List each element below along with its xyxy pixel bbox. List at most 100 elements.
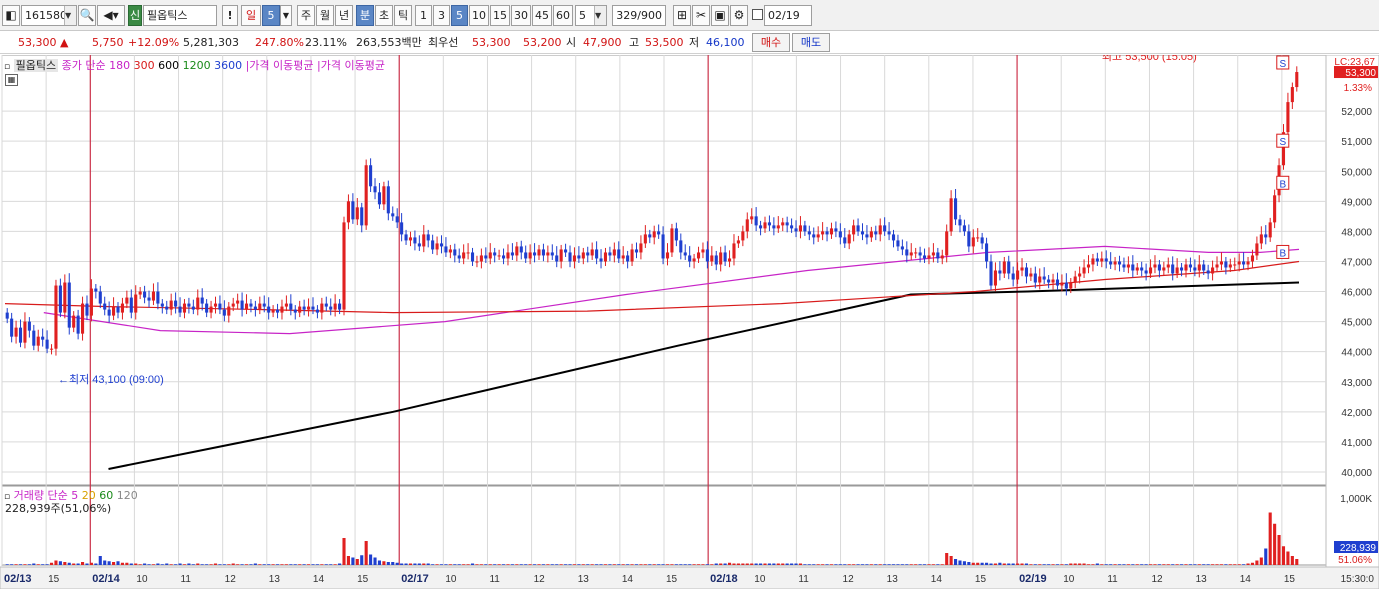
candle-body [1038,276,1042,283]
volume-bar [1064,564,1068,565]
grid-toggle-icon[interactable]: ▦ [5,74,18,86]
price-volume-chart[interactable]: 40,000 41,000 42,000 43,000 44,000 45,000 46,0… [0,55,1379,589]
date-checkbox[interactable] [750,5,764,26]
candle-body [342,222,346,310]
y-tick-label: 46,000 [1341,288,1372,299]
chart-area[interactable]: 40,000 41,000 42,000 43,000 44,000 45,000 46,0… [0,55,1379,589]
candle-body [1126,264,1130,268]
candle-body [479,255,483,262]
candle-body [652,231,656,238]
volume-bar [1180,564,1184,565]
candle-body [72,315,76,328]
volume-bar [1055,564,1060,565]
volume-bar [258,564,262,565]
sell-button[interactable]: 매도 [792,33,830,52]
interval-3[interactable]: 3 [433,5,450,26]
period-year-button[interactable]: 년 [335,5,353,26]
save-icon[interactable]: ▣ [711,5,729,26]
candle-body [1250,255,1255,262]
volume-bar [927,564,931,565]
range-field[interactable]: 329/900 [612,5,666,26]
period-second-button[interactable]: 초 [375,5,393,26]
x-tick-label: 14 [622,574,634,585]
candle-body [98,291,102,304]
interval-5[interactable]: 5 [451,5,468,26]
volume-bar [807,564,811,565]
candle-body [484,255,488,259]
volume-bar [1295,559,1299,565]
candle-body [262,303,266,307]
sound-icon[interactable]: ◀▾ [97,5,125,26]
stock-code-input[interactable]: 161580 ▼ [21,5,77,26]
interval-1[interactable]: 1 [415,5,432,26]
current-price: 53,300 ▲ [18,36,69,49]
volume-bar [1193,564,1197,565]
volume-bar [1264,548,1268,565]
volume-bar [125,562,129,565]
period-day-button[interactable]: 일 [241,5,261,26]
scissors-icon[interactable]: ✂ [692,5,710,26]
volume-bar [1095,563,1099,565]
legend-ma-1200: 1200 [182,59,211,72]
interval-10[interactable]: 10 [469,5,489,26]
candle-body [395,216,399,223]
count-select[interactable]: 5 ▼ [575,5,607,26]
search-icon[interactable]: 🔍 [78,5,96,26]
candle-body [302,306,306,310]
candle-body [537,249,541,256]
candle-body [794,228,798,232]
candle-body [444,246,448,253]
chevron-down-icon[interactable]: ▼ [594,6,606,25]
candle-body [227,306,231,316]
candle-body [329,306,333,310]
candle-body [249,303,253,307]
date-field[interactable]: 02/19 [764,5,812,26]
candle-body [209,306,213,313]
candle-body [284,303,288,307]
candle-body [205,303,209,313]
panel-icon[interactable]: ◧ [2,5,20,26]
gear-icon[interactable]: ⚙ [730,5,748,26]
volume-bar [320,564,324,565]
volume-bar [865,564,869,565]
alert-button[interactable]: ! [222,5,238,26]
volume-bar [466,564,470,565]
period-minute-button[interactable]: 분 [356,5,374,26]
volume-bar [32,563,36,565]
candle-body [1011,273,1015,280]
volume-bar [457,564,461,565]
volume-bar [1188,564,1192,565]
volume-bar [971,562,975,565]
candle-body [462,252,466,259]
interval-60[interactable]: 60 [553,5,573,26]
interval-30[interactable]: 30 [511,5,531,26]
candle-body [488,252,492,259]
volume-bar [980,562,984,565]
candle-body [1242,261,1246,265]
volume-bar [1042,564,1046,565]
volume-bar [1237,564,1241,565]
candle-body [1109,261,1113,265]
period-week-button[interactable]: 주 [297,5,315,26]
interval-15[interactable]: 15 [490,5,510,26]
period-month-button[interactable]: 월 [316,5,334,26]
volume-bar [41,564,45,565]
volume-bar [493,564,497,565]
crosshair-icon[interactable]: ⊞ [673,5,691,26]
volume-bar [1038,564,1042,565]
candle-body [191,306,195,310]
candle-body [1268,222,1272,238]
period-num[interactable]: 5 [262,5,280,26]
period-tick-button[interactable]: 틱 [394,5,412,26]
volume-bar [962,561,966,565]
buy-button[interactable]: 매수 [752,33,790,52]
candle-body [595,249,599,259]
stock-name-field[interactable]: 필옵틱스 [143,5,217,26]
volume-bar [1051,564,1055,565]
interval-45[interactable]: 45 [532,5,552,26]
volume-bar [634,564,639,565]
chevron-down-icon[interactable]: ▼ [280,5,292,26]
chevron-down-icon[interactable]: ▼ [64,6,76,25]
x-tick-label: 14 [313,574,325,585]
volume-axis-label: 1,000K [1340,494,1372,505]
